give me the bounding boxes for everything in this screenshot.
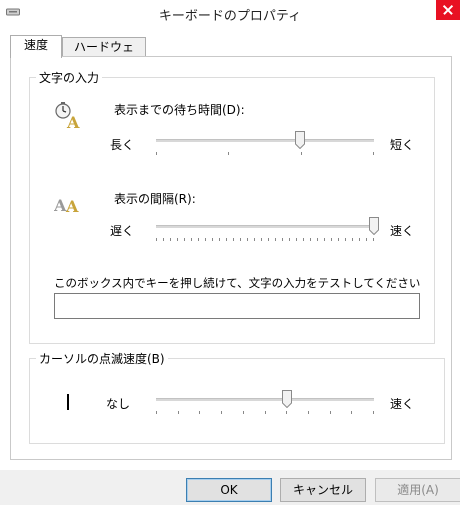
rate-tick (198, 238, 199, 241)
cursor-preview-icon (67, 394, 69, 410)
rate-tick (156, 238, 157, 241)
cursor-slider-track[interactable] (156, 398, 374, 401)
cursor-slider-thumb[interactable] (282, 390, 292, 408)
tab-panel: 文字の入力 A 表示までの待ち時間(D): 長く 短く A A 表示の間隔(R)… (10, 56, 452, 460)
cursor-tick (243, 411, 244, 414)
rate-slider-track[interactable] (156, 225, 374, 228)
cursor-tick (308, 411, 309, 414)
delay-tick (301, 152, 302, 155)
tab-speed[interactable]: 速度 (10, 35, 62, 58)
rate-tick (324, 238, 325, 241)
rate-tick (289, 238, 290, 241)
rate-max-label: 速く (390, 224, 415, 238)
rate-tick (296, 238, 297, 241)
rate-tick (212, 238, 213, 241)
rate-tick (205, 238, 206, 241)
rate-tick (373, 238, 374, 241)
rate-tick (282, 238, 283, 241)
rate-tick (233, 238, 234, 241)
rate-tick (170, 238, 171, 241)
delay-slider-ticks (156, 152, 374, 158)
ok-button[interactable]: OK (186, 478, 272, 502)
char-input-group-label: 文字の入力 (36, 69, 103, 86)
window-title: キーボードのプロパティ (158, 9, 302, 24)
cursor-tick (330, 411, 331, 414)
tab-hardware[interactable]: ハードウェア (62, 37, 146, 73)
rate-tick (352, 238, 353, 241)
delay-max-label: 短く (390, 138, 415, 152)
rate-tick (310, 238, 311, 241)
rate-tick (247, 238, 248, 241)
cursor-tick (351, 411, 352, 414)
cursor-tick (178, 411, 179, 414)
rate-tick (261, 238, 262, 241)
cursor-slider-ticks (156, 411, 374, 417)
delay-min-label: 長く (110, 138, 135, 152)
rate-tick (219, 238, 220, 241)
cursor-tick (373, 411, 374, 414)
rate-tick (338, 238, 339, 241)
delay-tick (228, 152, 229, 155)
rate-tick (184, 238, 185, 241)
cursor-blink-group-label: カーソルの点滅速度(B) (36, 350, 168, 367)
rate-tick (163, 238, 164, 241)
rate-label: 表示の間隔(R): (114, 192, 196, 206)
cursor-tick (199, 411, 200, 414)
rate-tick (345, 238, 346, 241)
rate-min-label: 遅く (110, 224, 135, 238)
cursor-min-label: なし (106, 397, 131, 411)
cursor-tick (265, 411, 266, 414)
rate-tick (226, 238, 227, 241)
rate-tick (331, 238, 332, 241)
char-input-group: 文字の入力 A 表示までの待ち時間(D): 長く 短く A A 表示の間隔(R)… (29, 69, 435, 344)
rate-tick (240, 238, 241, 241)
apply-button[interactable]: 適用(A) (375, 478, 460, 502)
test-input[interactable] (54, 293, 420, 319)
cursor-blink-group: カーソルの点滅速度(B) なし 速く (29, 350, 445, 444)
delay-tick (373, 152, 374, 155)
rate-tick (191, 238, 192, 241)
cancel-button[interactable]: キャンセル (280, 478, 366, 502)
delay-slider-thumb[interactable] (295, 131, 305, 149)
delay-label: 表示までの待ち時間(D): (114, 103, 245, 117)
rate-tick (366, 238, 367, 241)
repeat-rate-icon: A A (53, 192, 86, 219)
rate-tick (254, 238, 255, 241)
title-bar: キーボードのプロパティ (0, 0, 460, 28)
delay-tick (156, 152, 157, 155)
cursor-tick (221, 411, 222, 414)
cursor-max-label: 速く (390, 397, 415, 411)
repeat-delay-icon: A (54, 102, 84, 133)
rate-slider-thumb[interactable] (369, 217, 379, 235)
cursor-tick (156, 411, 157, 414)
delay-slider-track[interactable] (156, 139, 374, 142)
rate-tick (275, 238, 276, 241)
cursor-tick (286, 411, 287, 414)
tab-strip: 速度 ハードウェア (10, 35, 450, 73)
svg-text:A: A (66, 113, 80, 130)
rate-slider-ticks (156, 238, 374, 244)
svg-text:A: A (65, 197, 79, 216)
close-button[interactable] (436, 0, 460, 20)
rate-tick (317, 238, 318, 241)
rate-tick (177, 238, 178, 241)
rate-tick (268, 238, 269, 241)
rate-tick (359, 238, 360, 241)
rate-tick (303, 238, 304, 241)
